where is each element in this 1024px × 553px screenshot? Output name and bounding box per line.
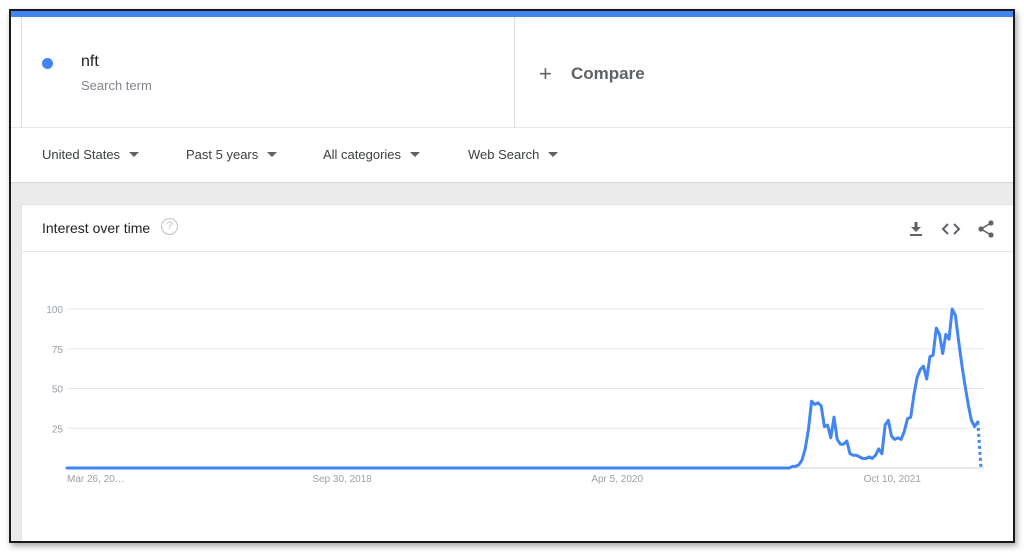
caret-down-icon — [548, 152, 559, 157]
compare-button[interactable]: + Compare — [539, 61, 645, 87]
compare-label: Compare — [571, 64, 645, 83]
time-range-dropdown-label: Past 5 years — [186, 147, 259, 162]
caret-down-icon — [267, 152, 278, 157]
help-icon[interactable]: ? — [161, 218, 178, 235]
x-tick-label: Apr 5, 2020 — [591, 474, 643, 485]
region-dropdown[interactable]: United States — [42, 147, 140, 162]
caret-down-icon — [129, 152, 140, 157]
caret-down-icon — [410, 152, 421, 157]
time-range-dropdown[interactable]: Past 5 years — [186, 147, 278, 162]
filter-bar: United States Past 5 years All categorie… — [11, 127, 1013, 183]
search-term-name[interactable]: nft — [81, 53, 99, 71]
category-dropdown[interactable]: All categories — [323, 147, 421, 162]
search-term-card[interactable]: nft Search term — [21, 17, 515, 127]
search-term-subtitle: Search term — [81, 78, 152, 93]
search-type-dropdown[interactable]: Web Search — [468, 147, 559, 162]
x-tick-label: Sep 30, 2018 — [312, 474, 372, 485]
term-color-dot — [42, 58, 53, 69]
y-tick-label: 100 — [46, 305, 63, 316]
share-icon[interactable] — [976, 219, 996, 239]
search-type-dropdown-label: Web Search — [468, 147, 540, 162]
embed-code-icon[interactable] — [941, 219, 961, 239]
y-tick-label: 75 — [52, 345, 64, 356]
search-term-row: nft Search term + Compare — [11, 17, 1013, 127]
card-header: Interest over time ? — [22, 205, 1013, 252]
category-dropdown-label: All categories — [323, 147, 402, 162]
card-title: Interest over time — [42, 220, 151, 236]
trends-window: nft Search term + Compare United States … — [9, 9, 1015, 543]
plus-icon: + — [539, 61, 552, 86]
y-tick-label: 25 — [52, 424, 64, 435]
x-tick-label: Oct 10, 2021 — [864, 474, 922, 485]
partial-data-line — [976, 421, 983, 469]
interest-over-time-card: Interest over time ? 25 50 75 100 Mar 26, 20… — [21, 204, 1013, 541]
x-tick-label: Mar 26, 20… — [67, 474, 125, 485]
region-dropdown-label: United States — [42, 147, 121, 162]
y-tick-label: 50 — [52, 385, 64, 396]
download-icon[interactable] — [906, 219, 926, 239]
interest-line-chart: 25 50 75 100 Mar 26, 20… Sep 30, 2018 Apr 5, 2… — [46, 305, 984, 485]
